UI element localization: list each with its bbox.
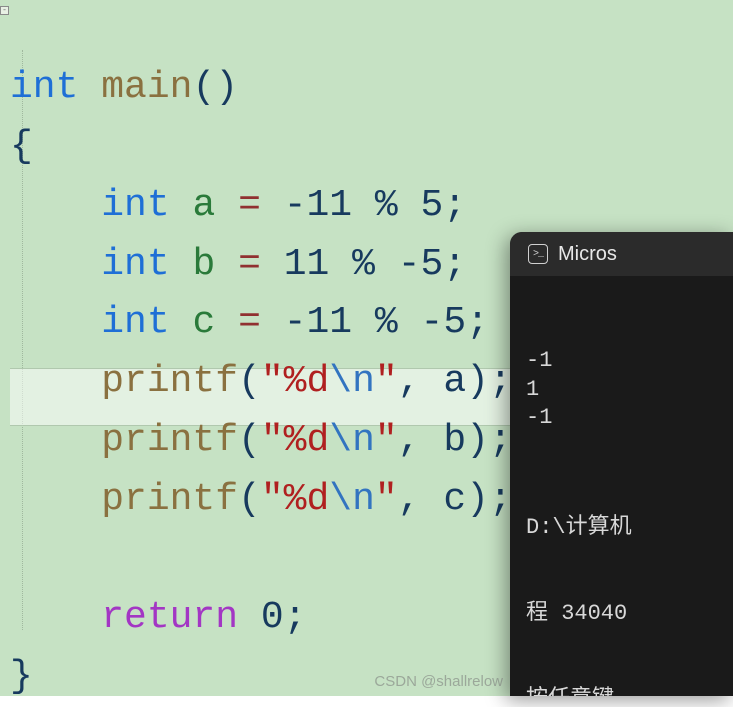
- terminal-icon: [528, 244, 548, 264]
- terminal-process: 程 34040: [526, 600, 717, 629]
- operator: =: [215, 184, 283, 227]
- terminal-titlebar[interactable]: Micros: [510, 232, 733, 276]
- operator: =: [215, 301, 283, 344]
- keyword-return: return: [101, 596, 238, 639]
- operator: =: [215, 243, 283, 286]
- semicolon: ;: [489, 360, 512, 403]
- argument: a: [443, 360, 466, 403]
- paren-open: (: [238, 478, 261, 521]
- variable-b: b: [192, 243, 215, 286]
- terminal-title: Micros: [558, 243, 617, 266]
- keyword-int: int: [101, 301, 169, 344]
- paren-close: ): [466, 478, 489, 521]
- format-string: %d: [284, 478, 330, 521]
- paren-close: ): [466, 419, 489, 462]
- comma: ,: [398, 478, 444, 521]
- keyword-int: int: [101, 184, 169, 227]
- brace-open: {: [10, 125, 33, 168]
- expression: -11 % -5: [284, 301, 466, 344]
- function-printf: printf: [101, 419, 238, 462]
- string-quote: ": [375, 419, 398, 462]
- keyword-int: int: [101, 243, 169, 286]
- terminal-body[interactable]: -1 1 -1 D:\计算机 程 34040 按任意键: [510, 276, 733, 696]
- format-string: %d: [284, 419, 330, 462]
- string-quote: ": [261, 419, 284, 462]
- code-content[interactable]: int main() { int a = -11 % 5; int b = 11…: [10, 0, 512, 707]
- escape-sequence: \n: [329, 360, 375, 403]
- paren-open: (: [238, 360, 261, 403]
- parentheses: (): [192, 66, 238, 109]
- string-quote: ": [261, 360, 284, 403]
- paren-open: (: [238, 419, 261, 462]
- semicolon: ;: [443, 184, 466, 227]
- terminal-path: D:\计算机: [526, 514, 717, 543]
- fold-minus-icon[interactable]: -: [0, 6, 9, 15]
- semicolon: ;: [489, 419, 512, 462]
- semicolon: ;: [466, 301, 489, 344]
- return-value: 0: [238, 596, 284, 639]
- semicolon: ;: [489, 478, 512, 521]
- paren-close: ): [466, 360, 489, 403]
- expression: -11 % 5: [284, 184, 444, 227]
- expression: 11 % -5: [284, 243, 444, 286]
- string-quote: ": [261, 478, 284, 521]
- argument: c: [443, 478, 466, 521]
- comma: ,: [398, 419, 444, 462]
- function-printf: printf: [101, 478, 238, 521]
- string-quote: ": [375, 360, 398, 403]
- terminal-output: -1 1 -1: [526, 347, 717, 433]
- format-string: %d: [284, 360, 330, 403]
- watermark: CSDN @shallrelow: [374, 673, 503, 690]
- semicolon: ;: [443, 243, 466, 286]
- variable-a: a: [192, 184, 215, 227]
- gutter: -: [0, 0, 10, 696]
- terminal-prompt: 按任意键: [526, 686, 717, 696]
- terminal-window[interactable]: Micros -1 1 -1 D:\计算机 程 34040 按任意键: [510, 232, 733, 696]
- keyword-int: int: [10, 66, 78, 109]
- argument: b: [443, 419, 466, 462]
- semicolon: ;: [284, 596, 307, 639]
- comma: ,: [398, 360, 444, 403]
- variable-c: c: [192, 301, 215, 344]
- escape-sequence: \n: [329, 478, 375, 521]
- identifier-main: main: [101, 66, 192, 109]
- string-quote: ": [375, 478, 398, 521]
- escape-sequence: \n: [329, 419, 375, 462]
- function-printf: printf: [101, 360, 238, 403]
- brace-close: }: [10, 655, 33, 698]
